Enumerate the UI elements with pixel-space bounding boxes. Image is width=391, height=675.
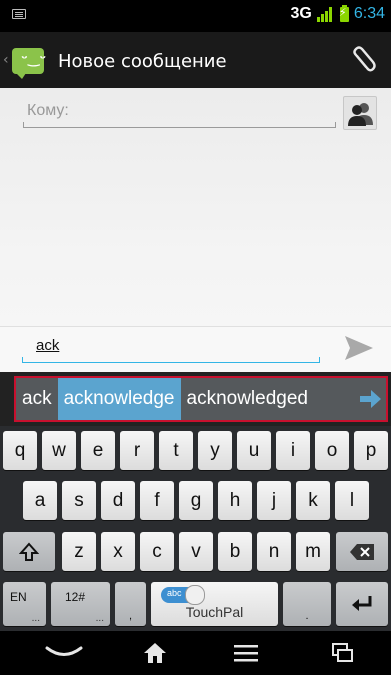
shift-icon	[19, 541, 39, 561]
period-key[interactable]: .	[283, 582, 331, 626]
enter-key[interactable]	[336, 582, 388, 626]
clock: 6:34	[353, 5, 385, 22]
key-e[interactable]: e	[81, 431, 115, 470]
up-caret-icon[interactable]: ‹	[3, 52, 9, 68]
suggestion-item[interactable]: acknowledged	[181, 378, 314, 420]
key-n[interactable]: n	[257, 532, 291, 571]
key-k[interactable]: k	[296, 481, 330, 520]
more-arrow-icon[interactable]	[360, 389, 382, 409]
paperclip-attach-icon[interactable]	[351, 46, 377, 76]
space-key[interactable]: abc TouchPal	[151, 582, 278, 626]
battery-charging-icon	[339, 4, 349, 22]
suggestion-frame: ack acknowledge acknowledged	[14, 376, 388, 422]
key-d[interactable]: d	[101, 481, 135, 520]
key-w[interactable]: w	[42, 431, 76, 470]
key-j[interactable]: j	[257, 481, 291, 520]
send-icon[interactable]	[344, 335, 374, 361]
action-bar: ‹ ᵕ‿ᵕ Новое сообщение	[0, 32, 391, 88]
key-f[interactable]: f	[140, 481, 174, 520]
back-hide-keyboard-icon[interactable]	[44, 641, 84, 665]
key-i[interactable]: i	[276, 431, 310, 470]
key-z[interactable]: z	[62, 532, 96, 571]
language-label: EN	[10, 590, 27, 604]
key-r[interactable]: r	[120, 431, 154, 470]
key-c[interactable]: c	[140, 532, 174, 571]
suggestion-bar: ack acknowledge acknowledged	[0, 372, 391, 426]
key-u[interactable]: u	[237, 431, 271, 470]
keyboard: q w e r t y u i o p a s d f g h j k l z …	[0, 426, 391, 631]
key-a[interactable]: a	[23, 481, 57, 520]
key-h[interactable]: h	[218, 481, 252, 520]
recipient-placeholder: Кому:	[27, 102, 69, 119]
comma-key[interactable]: ,	[115, 582, 146, 626]
key-t[interactable]: t	[159, 431, 193, 470]
key-b[interactable]: b	[218, 532, 252, 571]
language-key[interactable]: EN ...	[3, 582, 46, 626]
key-v[interactable]: v	[179, 532, 213, 571]
key-l[interactable]: l	[335, 481, 369, 520]
compose-area: Кому: ack	[0, 88, 391, 372]
page-title: Новое сообщение	[58, 51, 227, 72]
key-y[interactable]: y	[198, 431, 232, 470]
backspace-key[interactable]	[336, 532, 388, 571]
menu-icon[interactable]	[232, 641, 260, 665]
messaging-app-icon[interactable]: ᵕ‿ᵕ	[12, 48, 46, 79]
add-contact-button[interactable]	[343, 96, 377, 130]
comma-label: ,	[128, 610, 133, 622]
message-input[interactable]: ack	[22, 333, 320, 363]
recipient-field[interactable]: Кому:	[23, 98, 336, 128]
enter-icon	[352, 596, 372, 611]
key-x[interactable]: x	[101, 532, 135, 571]
recent-apps-icon[interactable]	[330, 641, 356, 665]
key-p[interactable]: p	[354, 431, 388, 470]
abc-toggle-label: abc	[167, 588, 182, 598]
backspace-icon	[350, 543, 374, 560]
suggestion-item[interactable]: ack	[16, 378, 58, 420]
network-type: 3G	[290, 5, 312, 22]
key-o[interactable]: o	[315, 431, 349, 470]
compose-bar: ack	[0, 326, 391, 372]
key-q[interactable]: q	[3, 431, 37, 470]
space-label: TouchPal	[185, 604, 244, 620]
numbers-hint: ...	[95, 613, 104, 624]
key-s[interactable]: s	[62, 481, 96, 520]
message-text: ack	[36, 337, 60, 354]
numbers-label: 12#	[65, 590, 86, 604]
key-m[interactable]: m	[296, 532, 330, 571]
period-label: .	[305, 610, 309, 622]
home-icon[interactable]	[142, 641, 168, 665]
numbers-key[interactable]: 12# ...	[51, 582, 110, 626]
key-g[interactable]: g	[179, 481, 213, 520]
signal-icon	[316, 6, 335, 22]
shift-key[interactable]	[3, 532, 55, 571]
abc-toggle[interactable]: abc	[161, 585, 205, 605]
status-bar: 3G 6:34	[0, 0, 391, 32]
language-hint: ...	[31, 613, 40, 624]
suggestion-item-highlighted[interactable]: acknowledge	[57, 378, 181, 420]
keyboard-notification-icon	[12, 9, 26, 19]
navigation-bar	[0, 631, 391, 675]
status-icons: 3G 6:34	[290, 4, 385, 23]
add-contact-icon	[348, 103, 373, 126]
